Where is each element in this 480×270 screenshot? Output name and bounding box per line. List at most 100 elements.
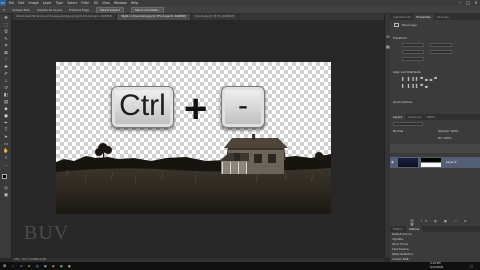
menu-edit[interactable]: Edit [18,1,24,5]
layers-tabs: Layers Channels Paths [390,114,480,120]
height-field[interactable] [430,43,452,47]
healing-brush-tool-icon[interactable]: ✚ [3,65,9,70]
menu-filter[interactable]: Filter [81,1,89,5]
blur-tool-icon[interactable]: ◆ [3,107,9,112]
action-item[interactable]: Default Actions [392,233,412,236]
layer-filter-select[interactable] [393,122,423,126]
select-and-mask-button[interactable]: Select and Mask... [130,7,165,13]
action-item[interactable]: Custom RGB... [392,258,411,261]
tab-paths[interactable]: Paths [424,114,438,120]
more-tools-icon[interactable]: … [3,163,9,168]
layer-row-group[interactable] [390,144,480,153]
prairie-scene-image [56,134,331,214]
path-selection-tool-icon[interactable]: ➤ [3,135,9,140]
sample-all-layers-checkbox[interactable]: Sample All Layers [37,8,62,12]
app-icon[interactable]: ● [52,262,55,270]
enhance-edge-checkbox[interactable]: Enhance Edge [69,8,89,12]
screen-mode-icon[interactable]: ▣ [3,193,9,198]
frame-tool-icon[interactable]: ⊠ [3,51,9,56]
zoom-level[interactable]: 33% [14,258,20,261]
action-item[interactable]: Vignette [392,238,403,241]
tab-libraries[interactable]: Libraries [434,14,452,20]
layer-mask-thumbnail[interactable] [421,158,441,167]
history-tabs: History Actions [390,226,480,232]
right-panels: Adjustments Properties Libraries Pixel Lay… [390,14,480,262]
y-field[interactable] [430,50,452,54]
move-tool-icon[interactable]: ✥ [3,16,9,21]
layer-row-selected[interactable]: ◉ Layer 0 [390,157,480,168]
app-icon[interactable]: ● [68,262,71,270]
menu-image[interactable]: Image [29,1,39,5]
app-icon[interactable]: ● [60,262,63,270]
dodge-tool-icon[interactable]: ● [3,114,9,119]
tab-actions[interactable]: Actions [405,226,423,232]
menu-layer[interactable]: Layer [43,1,52,5]
angle-field[interactable] [402,57,424,61]
tab-properties[interactable]: Properties [413,14,434,20]
quick-actions-label[interactable]: Quick Actions [393,100,412,104]
hand-tool-icon[interactable]: ✋ [3,149,9,154]
history-brush-tool-icon[interactable]: ↺ [3,86,9,91]
menu-window[interactable]: Window [114,1,127,5]
rectangle-tool-icon[interactable]: ▭ [3,142,9,147]
quick-mask-icon[interactable]: ◎ [3,186,9,191]
properties-tabs: Adjustments Properties Libraries [390,14,480,20]
menu-3d[interactable]: 3D [94,1,98,5]
action-item[interactable]: Water Reflection [392,253,413,256]
watermark: BUV [24,222,70,244]
menu-type[interactable]: Type [56,1,63,5]
browser-icon[interactable]: ◍ [36,262,39,270]
menu-select[interactable]: Select [67,1,77,5]
fill-field[interactable]: Fill: 100% [438,136,452,140]
action-item[interactable]: Cast Shadow [392,248,409,251]
tab-channels[interactable]: Channels [405,114,424,120]
history-panel-icon[interactable]: ⟲ [386,34,389,39]
menu-view[interactable]: View [102,1,110,5]
minus-key: - [221,86,265,128]
tab-layers[interactable]: Layers [390,114,406,120]
gradient-tool-icon[interactable]: ▤ [3,100,9,105]
file-explorer-icon[interactable]: ▰ [28,262,30,270]
search-icon[interactable]: ⌕ [12,262,14,270]
marquee-tool-icon[interactable]: ⬚ [3,23,9,28]
brush-tool-icon[interactable]: ✐ [3,72,9,77]
windows-taskbar: ⊞ ⌕ ▭ ▰ ◍ ▣ ● ● ● 4:19 PM 5/12/2020 ▢ [0,262,480,270]
tools-panel: ✥ ⬚ ᘓ ✎ ⌗ ⊠ ⁄ ✚ ✐ ⊥ ↺ ◧ ▤ ◆ ● ✒ T ➤ ▭ ✋ … [0,14,12,258]
tab-adjustments[interactable]: Adjustments [390,14,414,20]
quick-selection-tool-icon[interactable]: ✎ [3,8,5,12]
select-subject-button[interactable]: Select Subject [95,7,124,13]
eraser-tool-icon[interactable]: ◧ [3,93,9,98]
zoom-tool-icon[interactable]: ⌕ [3,156,9,161]
photoshop-taskbar-icon[interactable]: ▣ [44,262,47,270]
plus-sign: + [184,87,208,131]
action-item[interactable]: Wood Frame [392,243,408,246]
blend-mode-select[interactable]: Normal [393,129,403,133]
quick-select-tool-icon[interactable]: ✎ [3,37,9,42]
transform-section-label[interactable]: Transform [393,36,407,40]
start-button-icon[interactable]: ⊞ [3,262,6,270]
x-field[interactable] [402,50,424,54]
notifications-icon[interactable]: ▢ [470,262,473,270]
menu-help[interactable]: Help [131,1,138,5]
crop-tool-icon[interactable]: ⌗ [3,44,9,49]
eyedropper-tool-icon[interactable]: ⁄ [3,58,9,63]
clone-stamp-tool-icon[interactable]: ⊥ [3,79,9,84]
opacity-field[interactable]: Opacity: 100% [438,129,458,133]
type-tool-icon[interactable]: T [3,128,9,133]
document-canvas[interactable]: Ctrl + - [56,62,331,214]
foreground-color-swatch[interactable] [2,174,7,179]
clock-date[interactable]: 5/12/2020 [430,266,443,270]
align-buttons[interactable]: ▌▐▐▌▀▄▄▀ [402,77,452,81]
doc-size: Doc: 7.64M/13.0M [22,258,46,261]
sample-size-label: Sample Size: [12,8,31,12]
layer-name[interactable]: Layer 0 [446,160,456,164]
align-section-label[interactable]: Align and Distribute [393,70,421,74]
visibility-eye-icon[interactable]: ◉ [391,160,394,164]
menu-file[interactable]: File [9,1,14,5]
task-view-icon[interactable]: ▭ [20,262,23,270]
distribute-buttons[interactable]: ▌▐▐▌▀▄ [402,84,452,88]
width-field[interactable] [402,43,424,47]
tab-history[interactable]: History [390,226,406,232]
lasso-tool-icon[interactable]: ᘓ [3,30,9,35]
pen-tool-icon[interactable]: ✒ [3,121,9,126]
